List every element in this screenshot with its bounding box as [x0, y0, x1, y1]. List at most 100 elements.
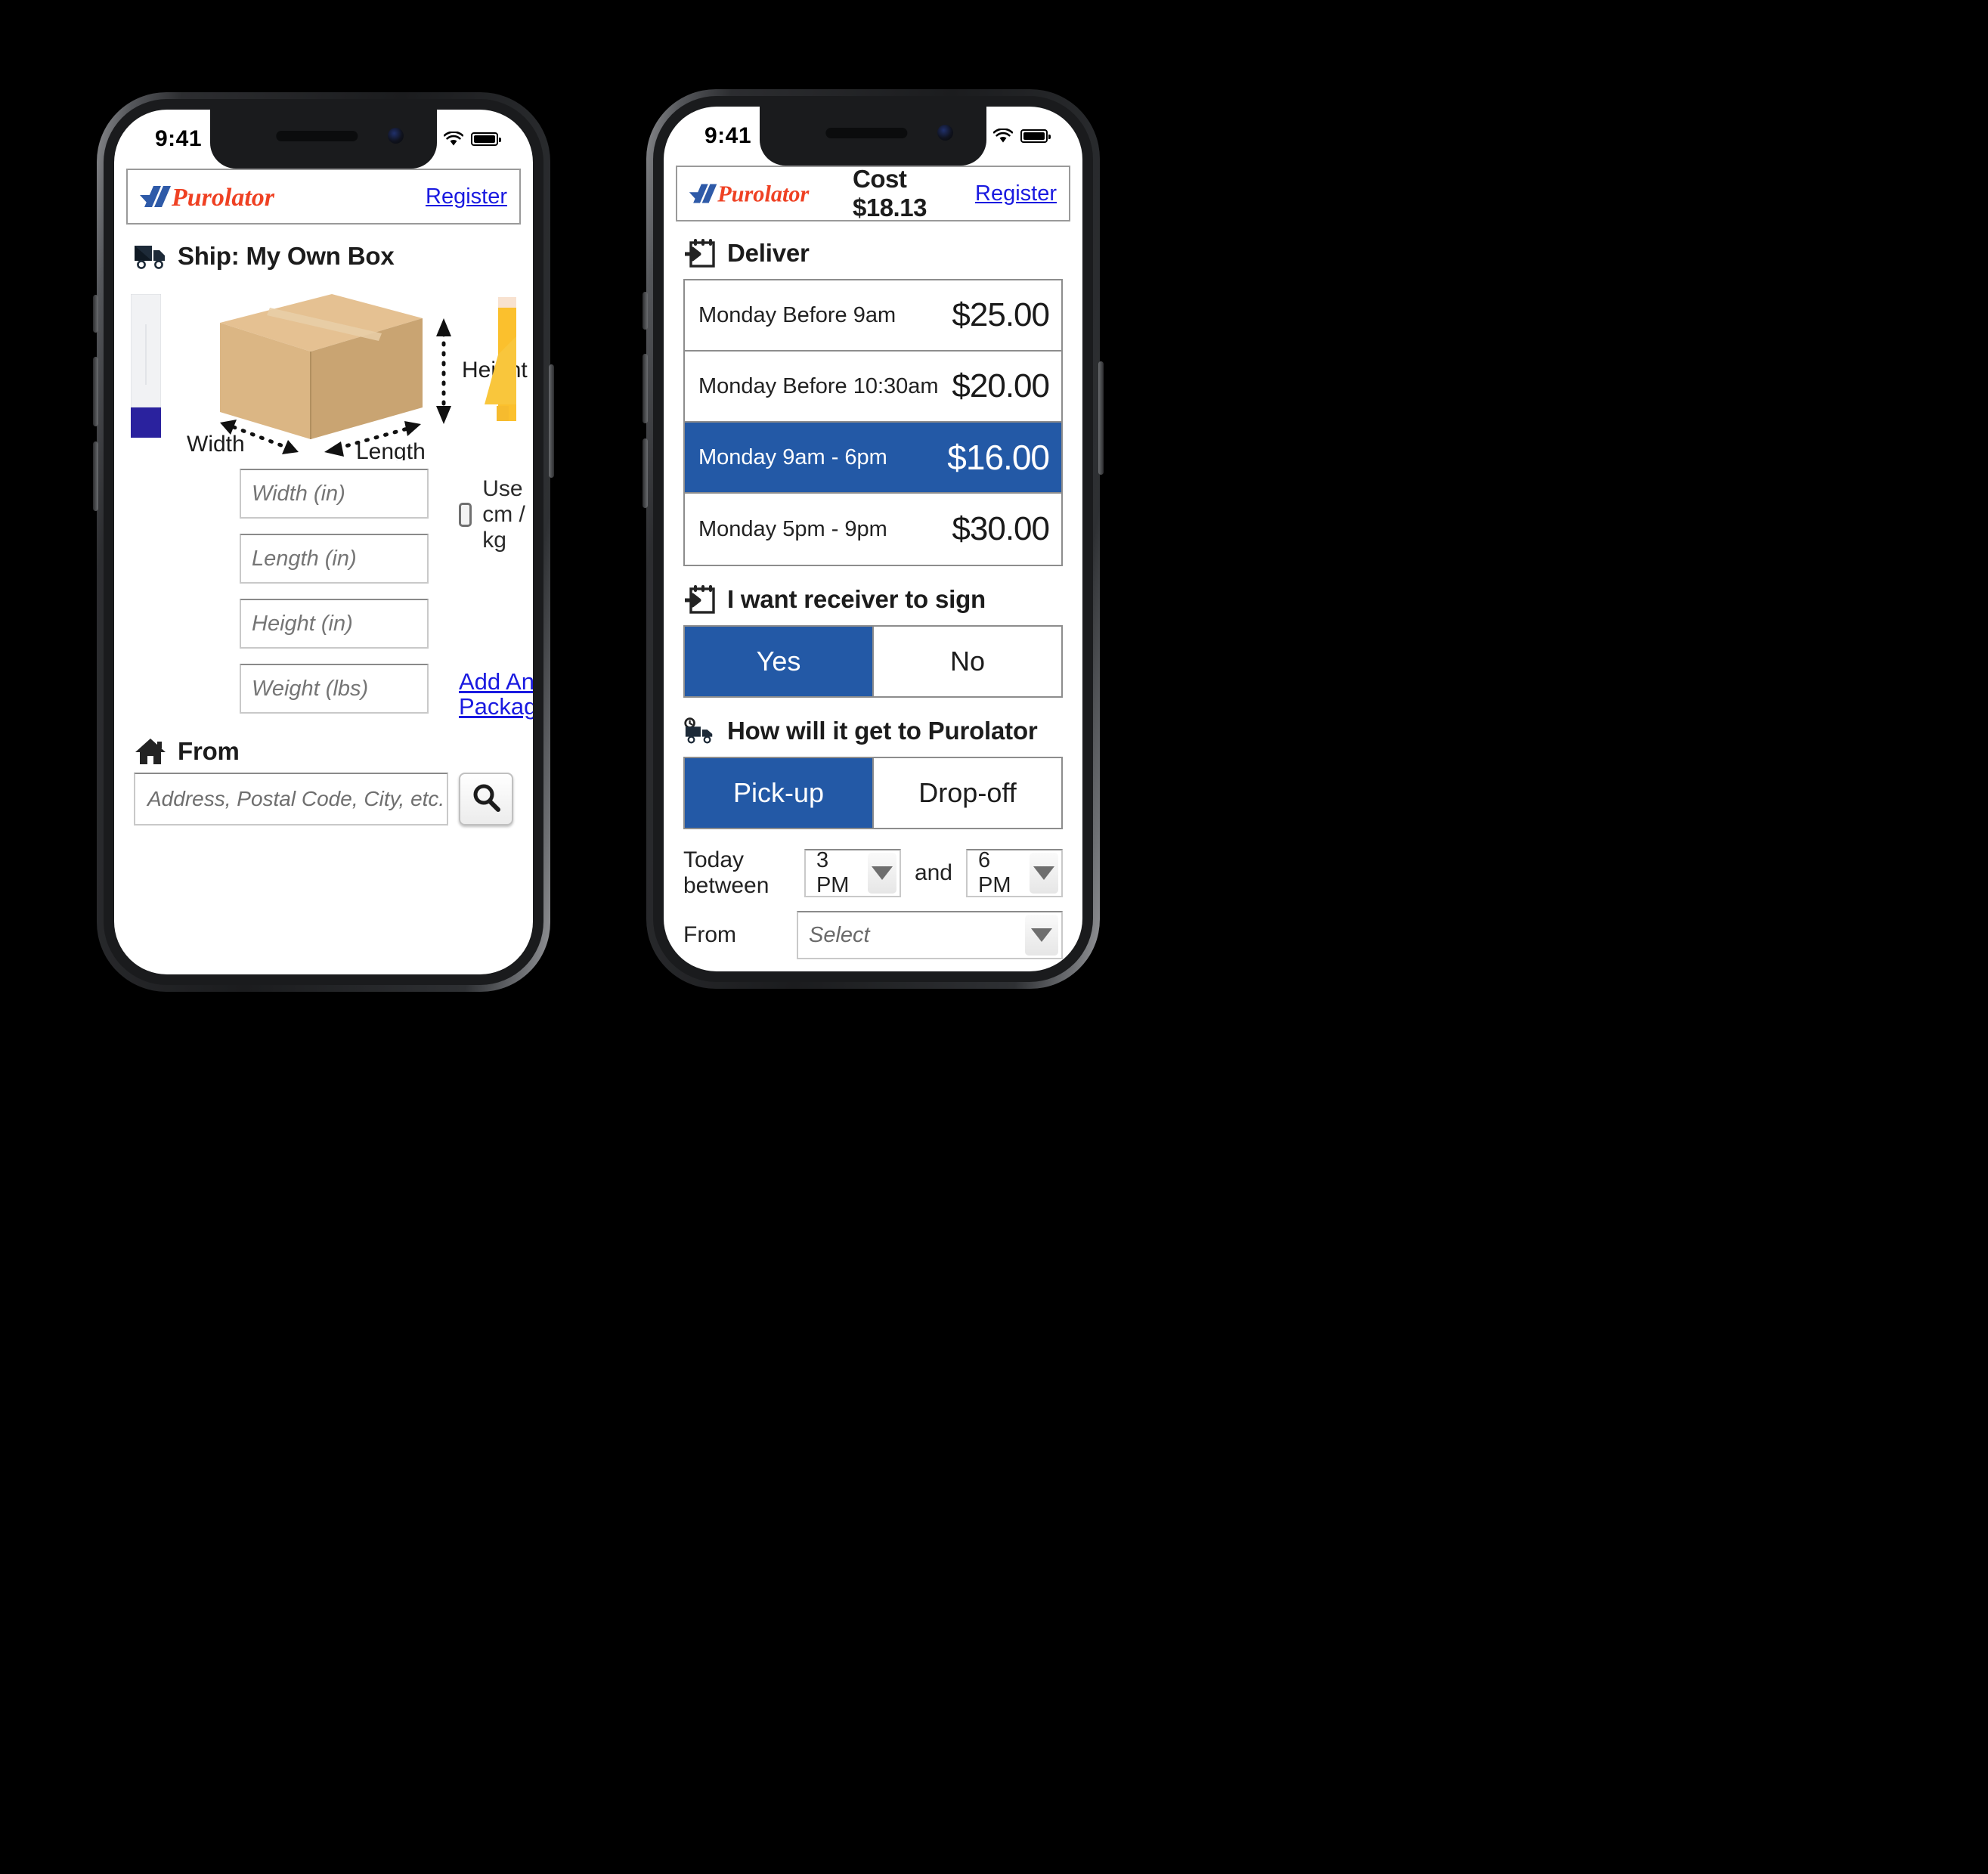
transfer-section-header: How will it get to Purolator	[683, 714, 1070, 748]
right-phone-device: 9:41 Purolator Cost $18.13 Register Deli…	[643, 89, 1104, 989]
power-button[interactable]	[549, 364, 554, 478]
wifi-icon	[992, 128, 1014, 144]
from-section-header: From	[134, 735, 521, 768]
from-address-input[interactable]: Address, Postal Code, City, etc.	[134, 773, 448, 825]
transfer-toggle-group: Pick-up Drop-off	[683, 757, 1063, 829]
delivery-option-row[interactable]: Monday Before 10:30am $20.00	[685, 352, 1061, 423]
left-app-content: Purolator Register Ship: My Own Box Widt…	[114, 169, 533, 825]
length-input[interactable]: Length (in)	[240, 534, 429, 584]
height-input[interactable]: Height (in)	[240, 599, 429, 649]
delivery-option-label: Monday Before 10:30am	[698, 373, 939, 398]
yellow-mailer-icon[interactable]	[482, 291, 518, 427]
package-type-carousel[interactable]: Height Width	[126, 277, 528, 463]
volume-down-button[interactable]	[643, 438, 648, 508]
volume-up-button[interactable]	[643, 354, 648, 423]
calendar-arrow-icon	[683, 237, 717, 270]
search-icon	[471, 782, 501, 816]
deliver-section-header: Deliver	[683, 237, 1070, 270]
length-input-placeholder: Length (in)	[252, 546, 357, 571]
battery-icon	[1020, 129, 1051, 143]
pickup-time-to-value: 6 PM	[978, 848, 1011, 897]
weight-input[interactable]: Weight (lbs)	[240, 664, 429, 714]
pickup-time-to-select[interactable]: 6 PM	[966, 848, 1063, 897]
delivery-option-label: Monday 5pm - 9pm	[698, 516, 887, 541]
app-bar: Purolator Register	[126, 169, 521, 225]
from-search-row: Address, Postal Code, City, etc.	[134, 773, 513, 825]
deliver-section-title: Deliver	[727, 239, 810, 267]
truck-icon	[134, 240, 167, 273]
silent-switch[interactable]	[643, 292, 648, 330]
left-phone-bezel: 9:41 Purolator Register Ship: My Own Box…	[104, 99, 543, 985]
search-button[interactable]	[459, 773, 513, 825]
silent-switch[interactable]	[93, 295, 98, 333]
notch	[210, 110, 437, 169]
status-clock: 9:41	[155, 126, 203, 151]
power-button[interactable]	[1098, 361, 1104, 475]
use-cm-kg-label: Use cm / kg	[482, 476, 525, 553]
calendar-arrow-icon	[683, 583, 717, 616]
pickup-time-from-select[interactable]: 3 PM	[804, 848, 901, 897]
delivery-option-row-selected[interactable]: Monday 9am - 6pm $16.00	[685, 423, 1061, 494]
dropoff-button[interactable]: Drop-off	[872, 758, 1061, 828]
notch	[760, 107, 986, 166]
pickup-time-row: Today between 3 PM and 6 PM	[683, 847, 1063, 899]
left-phone-device: 9:41 Purolator Register Ship: My Own Box…	[93, 92, 554, 992]
envelope-box-icon[interactable]	[130, 293, 162, 438]
and-label: and	[914, 860, 952, 885]
wifi-icon	[443, 131, 464, 147]
signature-section-header: I want receiver to sign	[683, 583, 1070, 616]
delivery-option-price: $16.00	[947, 438, 1050, 477]
delivery-option-price: $30.00	[952, 510, 1050, 547]
transfer-section-title: How will it get to Purolator	[727, 717, 1038, 745]
today-between-label: Today between	[683, 847, 769, 898]
right-app-content: Purolator Cost $18.13 Register Deliver M…	[664, 165, 1082, 971]
truck-clock-icon	[683, 714, 717, 748]
signature-section-title: I want receiver to sign	[727, 585, 986, 613]
status-clock: 9:41	[704, 123, 752, 148]
earpiece-speaker	[825, 128, 908, 138]
svg-text:Purolator: Purolator	[717, 181, 809, 207]
chevron-down-icon	[868, 853, 896, 894]
delivery-options-table: Monday Before 9am $25.00 Monday Before 1…	[683, 279, 1063, 566]
width-input-placeholder: Width (in)	[252, 481, 345, 506]
dimension-fields-group: Width (in) Length (in) Height (in) Weigh…	[240, 469, 533, 720]
pickup-from-value: Select	[809, 922, 870, 947]
signature-toggle-group: Yes No	[683, 625, 1063, 698]
width-input[interactable]: Width (in)	[240, 469, 429, 519]
add-another-package-link[interactable]: Add Another Package	[459, 669, 533, 720]
svg-text:Length: Length	[356, 439, 426, 460]
delivery-option-row[interactable]: Monday Before 9am $25.00	[685, 280, 1061, 352]
ship-section-title: Ship: My Own Box	[178, 242, 395, 270]
pickup-from-label: From	[683, 922, 736, 947]
purolator-logo: Purolator	[688, 179, 836, 208]
ship-section-header: Ship: My Own Box	[134, 240, 521, 273]
delivery-option-label: Monday Before 9am	[698, 302, 896, 327]
front-camera-icon	[388, 128, 404, 144]
height-input-placeholder: Height (in)	[252, 611, 353, 636]
left-phone-screen: 9:41 Purolator Register Ship: My Own Box…	[114, 110, 533, 974]
volume-down-button[interactable]	[93, 441, 98, 511]
signature-no-button[interactable]: No	[872, 627, 1061, 696]
signature-yes-button[interactable]: Yes	[685, 627, 872, 696]
register-link[interactable]: Register	[975, 181, 1057, 206]
delivery-option-label: Monday 9am - 6pm	[698, 444, 887, 469]
chevron-down-icon	[1030, 853, 1058, 894]
pickup-button[interactable]: Pick-up	[685, 758, 872, 828]
cardboard-box-icon: Height Width	[187, 294, 528, 460]
svg-text:Purolator: Purolator	[171, 184, 275, 212]
home-icon	[134, 735, 167, 768]
app-bar: Purolator Cost $18.13 Register	[676, 165, 1070, 221]
earpiece-speaker	[276, 131, 358, 141]
unit-checkbox-row[interactable]: Use cm / kg	[459, 476, 533, 553]
right-phone-screen: 9:41 Purolator Cost $18.13 Register Deli…	[664, 107, 1082, 971]
register-link[interactable]: Register	[426, 184, 507, 209]
front-camera-icon	[937, 125, 953, 141]
delivery-option-row[interactable]: Monday 5pm - 9pm $30.00	[685, 494, 1061, 565]
right-phone-bezel: 9:41 Purolator Cost $18.13 Register Deli…	[653, 96, 1093, 982]
delivery-option-price: $25.00	[952, 296, 1050, 333]
pickup-from-select[interactable]: Select	[797, 911, 1063, 959]
volume-up-button[interactable]	[93, 357, 98, 426]
pickup-time-from-value: 3 PM	[816, 848, 850, 897]
use-cm-kg-checkbox[interactable]	[459, 503, 472, 527]
from-address-placeholder: Address, Postal Code, City, etc.	[147, 787, 445, 810]
